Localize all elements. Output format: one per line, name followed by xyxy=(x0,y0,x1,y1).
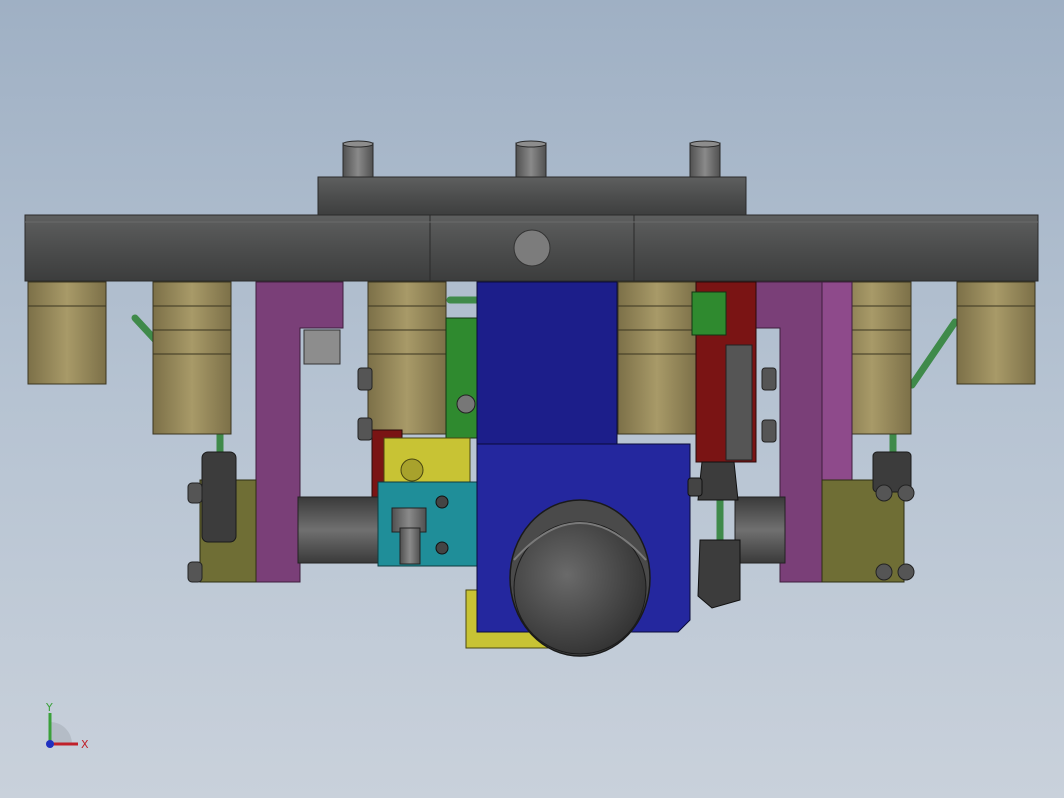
bushing-4 xyxy=(617,281,697,435)
shaft-right xyxy=(734,496,786,564)
green-block-left xyxy=(445,317,479,439)
top-pin-left xyxy=(342,140,374,180)
bushing-3 xyxy=(367,281,447,435)
green-block-right xyxy=(691,291,727,336)
beam-center-bolt xyxy=(513,229,551,267)
cylinder-cap xyxy=(509,499,651,657)
shaft-left xyxy=(297,496,379,564)
triad-x-label: X xyxy=(81,738,89,751)
bushing-6 xyxy=(956,281,1036,385)
top-pin-right xyxy=(689,140,721,180)
clamp-left xyxy=(187,451,257,583)
bushing-1 xyxy=(27,281,107,385)
steel-block-right xyxy=(725,344,753,461)
cyan-block xyxy=(377,481,479,567)
hex-bolt xyxy=(456,394,476,414)
top-plate xyxy=(317,176,747,218)
triad-y-label: Y xyxy=(45,701,53,714)
top-pin-center xyxy=(515,140,547,180)
bushing-2 xyxy=(152,281,232,435)
coordinate-triad: Y X xyxy=(45,701,89,751)
cad-viewport[interactable]: Y X xyxy=(0,0,1064,798)
triad-z-axis xyxy=(46,740,54,748)
triad-sphere xyxy=(50,722,72,744)
